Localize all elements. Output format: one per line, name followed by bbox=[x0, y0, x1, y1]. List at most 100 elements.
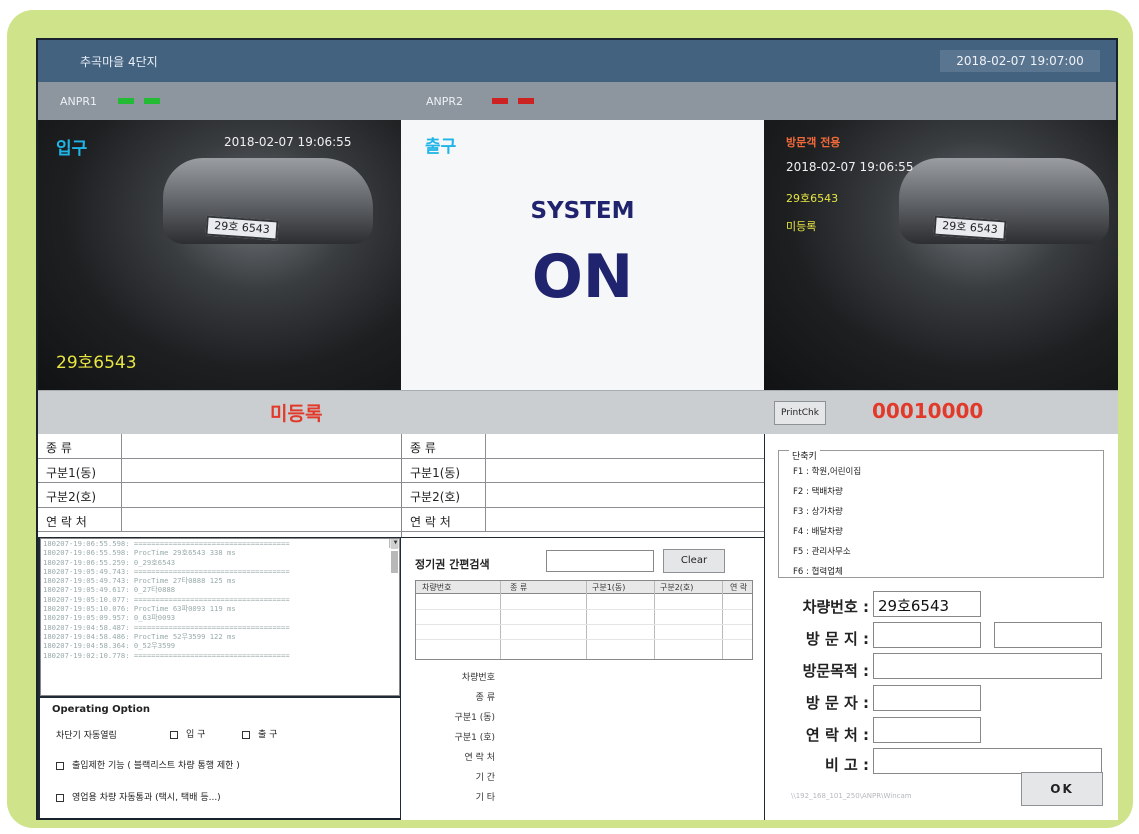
print-check-button[interactable]: PrintChk bbox=[774, 401, 826, 425]
shortcut-item: F2 : 택배차량 bbox=[793, 487, 843, 497]
log-line: 180207-19:04:58.487: ===================… bbox=[43, 622, 290, 632]
search-results-table[interactable]: 차량번호 종 류 구분1(동) 구분2(호) 연 락 bbox=[415, 580, 753, 660]
info-label: 구분1(동) bbox=[38, 458, 122, 482]
column-header: 차량번호 bbox=[422, 583, 452, 592]
detail-label: 구분1 (호) bbox=[454, 733, 495, 743]
column-divider bbox=[500, 581, 501, 659]
visitor-name-input[interactable] bbox=[873, 685, 981, 711]
detail-label: 연 락 처 bbox=[464, 753, 495, 763]
shortcut-item: F6 : 협력업체 bbox=[793, 567, 843, 577]
anpr2-led-icon bbox=[492, 98, 508, 104]
column-header: 구분2(호) bbox=[660, 583, 694, 592]
entrance-info-grid: 종 류 구분1(동) 구분2(호) 연 락 처 bbox=[38, 434, 401, 537]
log-line: 180207-19:04:58.364: 0_52우3599 bbox=[43, 641, 176, 651]
shortcut-title: 단축키 bbox=[789, 449, 820, 462]
anpr-status-bar: ANPR1 ANPR2 bbox=[38, 82, 1116, 120]
entrance-timestamp: 2018-02-07 19:06:55 bbox=[224, 135, 352, 149]
log-scrollbar[interactable]: ▲ ▼ bbox=[389, 539, 399, 573]
scroll-down-icon[interactable]: ▼ bbox=[391, 539, 398, 548]
log-line: 180207-19:05:10.076: ProcTime 63파0093 11… bbox=[43, 604, 236, 614]
purpose-input[interactable] bbox=[873, 653, 1102, 679]
info-row: 종 류 bbox=[38, 434, 401, 459]
shortcut-item: F5 : 관리사무소 bbox=[793, 547, 851, 557]
visitor-status: 미등록 bbox=[786, 220, 817, 233]
business-option[interactable]: 영업용 차량 자동통과 (택시, 택배 등...) bbox=[56, 790, 221, 803]
info-row: 연 락 처 bbox=[38, 507, 401, 532]
shortcut-key-box: 단축키 F1 : 학원,어린이집 F2 : 택배차량 F3 : 상가차량 F4 … bbox=[778, 449, 1104, 578]
datetime-display: 2018-02-07 19:07:00 bbox=[940, 50, 1100, 72]
log-line: 180207-19:05:49.617: 0_27타0888 bbox=[43, 585, 176, 595]
exit-heading: 출구 bbox=[425, 137, 457, 157]
contact-label: 연 락 처 : bbox=[805, 726, 869, 744]
restriction-option[interactable]: 출입제한 기능 ( 블랙리스트 차량 통행 제한 ) bbox=[56, 758, 240, 771]
system-status-pane: 출구 SYSTEM ON bbox=[401, 120, 764, 390]
gate-auto-label: 차단기 자동열림 bbox=[56, 731, 117, 741]
column-divider bbox=[722, 581, 723, 659]
log-line: 180207-19:04:58.486: ProcTime 52우3599 12… bbox=[43, 631, 236, 641]
exit-info-grid: 종 류 구분1(동) 구분2(호) 연 락 처 bbox=[401, 434, 764, 537]
log-line: 180207-19:05:10.077: ===================… bbox=[43, 594, 290, 604]
column-divider bbox=[654, 581, 655, 659]
counter-display: 00010000 bbox=[872, 399, 984, 423]
quick-search-label: 정기권 간편검색 bbox=[415, 558, 490, 571]
quick-search-input[interactable] bbox=[546, 550, 654, 572]
checkbox-icon[interactable] bbox=[242, 730, 250, 739]
info-label: 구분2(호) bbox=[38, 483, 122, 507]
visitor-registration-panel: 단축키 F1 : 학원,어린이집 F2 : 택배차량 F3 : 상가차량 F4 … bbox=[765, 434, 1118, 820]
entrance-status-bar: 미등록 bbox=[38, 390, 401, 434]
exit-status-bar bbox=[401, 390, 764, 434]
visitor-camera: 29호 6543 방문객 전용 2018-02-07 19:06:55 29호6… bbox=[764, 120, 1118, 390]
destination-building-input[interactable] bbox=[873, 622, 981, 648]
row-divider bbox=[416, 609, 752, 610]
destination-label: 방 문 지 : bbox=[805, 630, 869, 648]
info-label: 구분2(호) bbox=[402, 483, 486, 507]
plate-label: 차량번호 : bbox=[802, 598, 869, 616]
shortcut-item: F3 : 상가차량 bbox=[793, 507, 843, 517]
column-divider bbox=[586, 581, 587, 659]
anpr1-led-icon bbox=[144, 98, 160, 104]
info-row: 종 류 bbox=[402, 434, 764, 459]
detail-label: 종 류 bbox=[475, 693, 495, 703]
business-option-label: 영업용 차량 자동통과 (택시, 택배 등...) bbox=[72, 793, 221, 803]
checkbox-icon[interactable] bbox=[56, 761, 64, 770]
info-label: 종 류 bbox=[38, 434, 122, 458]
info-label: 구분1(동) bbox=[402, 458, 486, 482]
note-input[interactable] bbox=[873, 748, 1102, 774]
visitor-plate: 29호6543 bbox=[786, 192, 839, 205]
info-label: 연 락 처 bbox=[38, 507, 122, 531]
entrance-plate: 29호6543 bbox=[56, 353, 137, 373]
operating-title: Operating Option bbox=[52, 704, 150, 715]
window-title: 추곡마을 4단지 bbox=[80, 55, 158, 69]
plate-input[interactable]: 29호6543 bbox=[873, 591, 981, 617]
recognition-log[interactable]: 180207-19:06:55.598: ===================… bbox=[40, 538, 400, 696]
info-row: 연 락 처 bbox=[402, 507, 764, 532]
clear-button[interactable]: Clear bbox=[663, 549, 725, 573]
info-label: 연 락 처 bbox=[402, 507, 486, 531]
visitor-heading: 방문객 전용 bbox=[786, 136, 841, 149]
log-line: 180207-19:06:55.598: ProcTime 29호6543 33… bbox=[43, 548, 236, 558]
entrance-camera: 29호 6543 입구 2018-02-07 19:06:55 29호6543 bbox=[38, 120, 401, 390]
destination-unit-input[interactable] bbox=[994, 622, 1102, 648]
scroll-thumb[interactable] bbox=[391, 551, 398, 573]
detail-label: 차량번호 bbox=[461, 673, 495, 683]
log-line: 180207-19:06:55.259: 0_29호6543 bbox=[43, 557, 176, 567]
log-line: 180207-19:05:49.743: ProcTime 27타0888 12… bbox=[43, 576, 236, 586]
exit-option-label: 출 구 bbox=[258, 730, 278, 740]
ok-button[interactable]: OK bbox=[1021, 772, 1103, 806]
checkbox-icon[interactable] bbox=[170, 730, 178, 739]
info-row: 구분1(동) bbox=[38, 458, 401, 483]
checkbox-icon[interactable] bbox=[56, 793, 64, 802]
info-row: 구분1(동) bbox=[402, 458, 764, 483]
entrance-option[interactable]: 입 구 bbox=[170, 727, 205, 740]
exit-option[interactable]: 출 구 bbox=[242, 727, 277, 740]
purpose-label: 방문목적 : bbox=[802, 662, 869, 680]
shortcut-item: F1 : 학원,어린이집 bbox=[793, 467, 862, 477]
anpr1-label: ANPR1 bbox=[60, 95, 98, 108]
log-line: 180207-19:06:55.598: ===================… bbox=[43, 539, 290, 548]
log-line: 180207-19:05:09.957: 0_63파0093 bbox=[43, 613, 176, 623]
contact-input[interactable] bbox=[873, 717, 981, 743]
system-label: SYSTEM bbox=[530, 198, 635, 224]
table-header: 차량번호 종 류 구분1(동) 구분2(호) 연 락 bbox=[416, 581, 752, 594]
note-label: 비 고 : bbox=[824, 756, 869, 774]
log-line: 180207-19:05:49.743: ===================… bbox=[43, 566, 290, 576]
